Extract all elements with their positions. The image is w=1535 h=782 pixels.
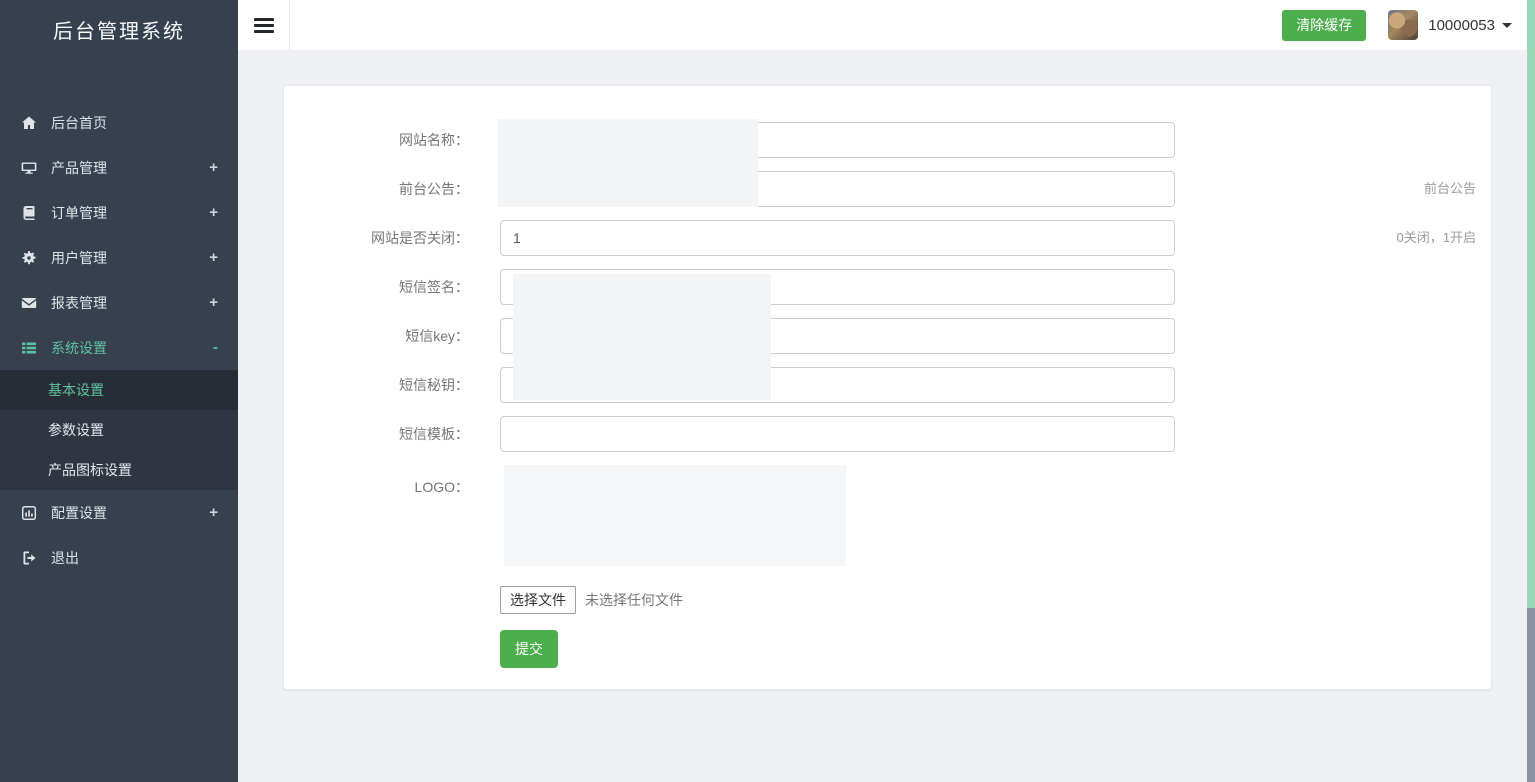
sidebar-item-label: 订单管理: [51, 203, 107, 223]
sidebar-subitem-param-settings[interactable]: 参数设置: [0, 410, 238, 450]
basic-settings-card: 网站名称： 前台公告： 前台公告 网站是否关闭： 0关闭，1开启 短信签名： 短…: [283, 85, 1492, 690]
sidebar: 后台管理系统 后台首页 产品管理 + 订单管理 + 用户管: [0, 0, 238, 782]
content-area: 网站名称： 前台公告： 前台公告 网站是否关闭： 0关闭，1开启 短信签名： 短…: [238, 50, 1535, 782]
gears-icon: [20, 250, 38, 266]
plus-icon[interactable]: +: [209, 204, 218, 221]
file-upload-row: 选择文件 未选择任何文件: [500, 586, 1491, 614]
form-row-site-closed: 网站是否关闭： 0关闭，1开启: [284, 220, 1491, 256]
form-row-sms-template: 短信模板：: [284, 416, 1491, 452]
desktop-icon: [20, 160, 38, 176]
sms-template-input[interactable]: [500, 416, 1175, 452]
field-label: LOGO：: [284, 465, 500, 497]
sidebar-item-home[interactable]: 后台首页: [0, 100, 238, 145]
file-status-label: 未选择任何文件: [585, 590, 683, 610]
sidebar-subitem-product-icon-settings[interactable]: 产品图标设置: [0, 450, 238, 490]
sidebar-item-users[interactable]: 用户管理 +: [0, 235, 238, 280]
form-row-sms-signature: 短信签名：: [284, 269, 1491, 305]
sidebar-item-logout[interactable]: 退出: [0, 535, 238, 580]
form-row-front-notice: 前台公告： 前台公告: [284, 171, 1491, 207]
sidebar-subitem-basic-settings[interactable]: 基本设置: [0, 370, 238, 410]
sidebar-item-label: 系统设置: [51, 338, 107, 358]
sidebar-nav: 后台首页 产品管理 + 订单管理 + 用户管理 +: [0, 100, 238, 580]
field-label: 网站名称：: [284, 130, 500, 150]
redacted-region: [498, 119, 758, 207]
choose-file-button[interactable]: 选择文件: [500, 586, 576, 614]
redacted-region: [513, 274, 771, 400]
subitem-label: 基本设置: [48, 380, 104, 400]
window-scrollbar: [1527, 0, 1535, 782]
clear-cache-button[interactable]: 清除缓存: [1282, 10, 1366, 41]
topbar: 清除缓存 10000053: [238, 0, 1535, 50]
sidebar-item-label: 后台首页: [51, 113, 107, 133]
main-area: 清除缓存 10000053 网站名称： 前台公告： 前台公告 网站是否关闭： 0…: [238, 0, 1535, 782]
plus-icon[interactable]: +: [209, 504, 218, 521]
sidebar-toggle-button[interactable]: [238, 0, 290, 50]
sidebar-item-label: 用户管理: [51, 248, 107, 268]
form-row-site-name: 网站名称：: [284, 122, 1491, 158]
system-settings-submenu: 基本设置 参数设置 产品图标设置: [0, 370, 238, 490]
logo-preview: [504, 465, 846, 566]
plus-icon[interactable]: +: [209, 294, 218, 311]
field-label: 短信秘钥：: [284, 375, 500, 395]
field-hint: 0关闭，1开启: [1397, 220, 1476, 256]
sidebar-item-system-settings[interactable]: 系统设置 -: [0, 325, 238, 370]
scrollbar-track: [1527, 608, 1535, 782]
sidebar-item-orders[interactable]: 订单管理 +: [0, 190, 238, 235]
username-label[interactable]: 10000053: [1428, 17, 1495, 34]
sidebar-item-label: 退出: [51, 548, 79, 568]
hamburger-icon: [254, 18, 274, 33]
field-label: 前台公告：: [284, 179, 500, 199]
book-icon: [20, 205, 38, 221]
field-label: 网站是否关闭：: [284, 228, 500, 248]
topbar-right: 清除缓存 10000053: [1282, 10, 1535, 41]
app-title: 后台管理系统: [0, 0, 238, 58]
minus-icon[interactable]: -: [213, 339, 218, 356]
sidebar-item-label: 报表管理: [51, 293, 107, 313]
form-row-sms-key: 短信key：: [284, 318, 1491, 354]
form-row-sms-secret: 短信秘钥：: [284, 367, 1491, 403]
site-closed-input[interactable]: [500, 220, 1175, 256]
bar-chart-icon: [20, 505, 38, 521]
home-icon: [20, 115, 38, 131]
user-avatar[interactable]: [1388, 10, 1418, 40]
sidebar-item-reports[interactable]: 报表管理 +: [0, 280, 238, 325]
subitem-label: 产品图标设置: [48, 460, 132, 480]
field-hint: 前台公告: [1424, 171, 1476, 207]
submit-row: 提交: [500, 630, 1491, 668]
submit-button[interactable]: 提交: [500, 630, 558, 668]
envelope-icon: [20, 295, 38, 311]
field-label: 短信key：: [284, 326, 500, 346]
logout-icon: [20, 550, 38, 566]
scrollbar-thumb[interactable]: [1527, 0, 1535, 608]
sidebar-item-label: 产品管理: [51, 158, 107, 178]
field-label: 短信模板：: [284, 424, 500, 444]
field-label: 短信签名：: [284, 277, 500, 297]
subitem-label: 参数设置: [48, 420, 104, 440]
list-icon: [20, 340, 38, 356]
chevron-down-icon[interactable]: [1502, 23, 1512, 28]
form-row-logo: LOGO：: [284, 465, 1491, 566]
plus-icon[interactable]: +: [209, 249, 218, 266]
sidebar-item-products[interactable]: 产品管理 +: [0, 145, 238, 190]
sidebar-item-label: 配置设置: [51, 503, 107, 523]
plus-icon[interactable]: +: [209, 159, 218, 176]
sidebar-item-config-settings[interactable]: 配置设置 +: [0, 490, 238, 535]
